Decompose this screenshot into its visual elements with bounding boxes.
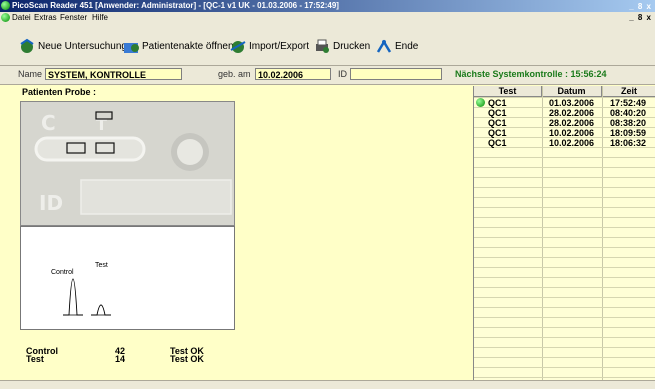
next-system-check: Nächste Systemkontrolle : 15:56:24 xyxy=(455,69,607,79)
exit-label: Ende xyxy=(395,40,419,52)
test-peak xyxy=(91,304,111,316)
menu-extras[interactable]: Extras xyxy=(34,12,57,23)
table-row[interactable]: QC1 01.03.2006 17:52:49 xyxy=(474,98,655,108)
window-title: PicoScan Reader 451 [Anwender: Administr… xyxy=(12,1,339,10)
cell-time: 18:06:32 xyxy=(610,138,647,148)
result-test-value: 14 xyxy=(115,354,126,364)
open-record-icon xyxy=(122,38,140,54)
result-test-name: Test xyxy=(26,354,44,364)
menu-bar: Datei Extras Fenster Hilfe _ 8 x xyxy=(0,12,655,23)
cell-time: 17:52:49 xyxy=(610,98,647,108)
table-row[interactable]: QC1 28.02.2006 08:38:20 xyxy=(474,118,655,128)
new-exam-button[interactable]: Neue Untersuchung xyxy=(18,36,127,56)
cell-test: QC1 xyxy=(488,138,507,148)
table-row[interactable]: QC1 10.02.2006 18:06:32 xyxy=(474,138,655,148)
import-export-button[interactable]: Import/Export xyxy=(229,36,309,56)
cell-date: 28.02.2006 xyxy=(549,108,595,118)
cassette-letter-id: ID xyxy=(39,191,63,215)
cell-test: QC1 xyxy=(488,108,507,118)
toolbar: Neue Untersuchung Patientenakte öffnen I… xyxy=(0,23,655,66)
cell-date: 01.03.2006 xyxy=(549,98,595,108)
name-label: Name xyxy=(18,69,43,79)
cell-time: 08:40:20 xyxy=(610,108,647,118)
dob-field[interactable]: 10.02.2006 xyxy=(255,68,331,80)
exit-icon xyxy=(375,38,393,54)
id-label: ID xyxy=(338,69,347,79)
table-row[interactable]: QC1 28.02.2006 08:40:20 xyxy=(474,108,655,118)
column-header-date[interactable]: Datum xyxy=(542,86,602,97)
selected-row-icon xyxy=(476,98,485,107)
column-header-test[interactable]: Test xyxy=(474,86,542,97)
import-export-icon xyxy=(229,38,247,54)
dob-label: geb. am xyxy=(218,69,251,79)
open-record-button[interactable]: Patientenakte öffnen xyxy=(122,36,234,56)
cell-time: 18:09:59 xyxy=(610,128,647,138)
title-bar: PicoScan Reader 451 [Anwender: Administr… xyxy=(0,0,655,12)
history-table: Test Datum Zeit QC1 01.03.2006 17:52:49 QC1… xyxy=(473,86,655,380)
control-peak xyxy=(63,278,83,316)
table-row[interactable]: QC1 10.02.2006 18:09:59 xyxy=(474,128,655,138)
patient-bar: Name SYSTEM, KONTROLLE geb. am 10.02.200… xyxy=(0,66,655,85)
app-logo-icon xyxy=(1,1,10,10)
open-record-label: Patientenakte öffnen xyxy=(142,40,234,52)
graph-peaks xyxy=(63,278,111,316)
cell-test: QC1 xyxy=(488,118,507,128)
document-controls[interactable]: _ 8 x xyxy=(629,12,652,23)
cell-date: 28.02.2006 xyxy=(549,118,595,128)
test-signal-graph: Control Test xyxy=(20,226,235,330)
cell-test: QC1 xyxy=(488,128,507,138)
exit-button[interactable]: Ende xyxy=(375,36,418,56)
print-icon xyxy=(313,38,331,54)
import-export-label: Import/Export xyxy=(249,40,310,52)
menu-hilfe[interactable]: Hilfe xyxy=(92,12,108,23)
menu-datei[interactable]: Datei xyxy=(12,12,31,23)
menu-fenster[interactable]: Fenster xyxy=(60,12,87,23)
column-header-time[interactable]: Zeit xyxy=(602,86,655,97)
id-field[interactable] xyxy=(350,68,442,80)
cell-date: 10.02.2006 xyxy=(549,138,595,148)
new-exam-icon xyxy=(18,38,36,54)
test-cassette-image: C T ID xyxy=(20,101,235,226)
name-field[interactable]: SYSTEM, KONTROLLE xyxy=(45,68,182,80)
new-exam-label: Neue Untersuchung xyxy=(38,40,127,52)
document-icon xyxy=(1,13,10,22)
cell-test: QC1 xyxy=(488,98,507,108)
print-button[interactable]: Drucken xyxy=(313,36,370,56)
cell-date: 10.02.2006 xyxy=(549,128,595,138)
cell-time: 08:38:20 xyxy=(610,118,647,128)
result-test-status: Test OK xyxy=(170,354,204,364)
cassette-letter-c: C xyxy=(41,111,56,135)
cassette-letter-t: T xyxy=(96,115,107,134)
probe-label: Patienten Probe : xyxy=(22,87,97,97)
print-label: Drucken xyxy=(333,40,371,52)
